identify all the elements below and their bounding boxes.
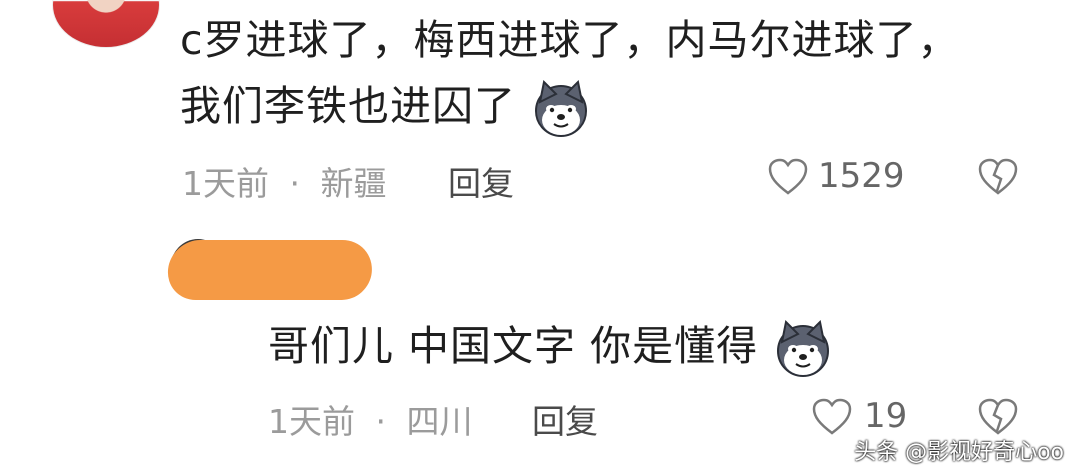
- husky-emoji-icon: [532, 79, 590, 138]
- comment-line-1: c罗进球了，梅西进球了，内马尔进球了，: [180, 16, 960, 64]
- comment-meta: 1天前 · 新疆: [182, 157, 387, 205]
- comment-text: c罗进球了，梅西进球了，内马尔进球了， 我们李铁也进囚了: [180, 12, 960, 138]
- heart-outline-icon[interactable]: [766, 157, 810, 197]
- reply-button[interactable]: 回复: [448, 157, 514, 205]
- avatar[interactable]: [52, 0, 160, 48]
- reply-button[interactable]: 回复: [532, 395, 598, 443]
- reply-line: 哥们儿 中国文字 你是懂得: [268, 322, 759, 370]
- husky-emoji-icon: [774, 319, 832, 378]
- reply-comment-text: 哥们儿 中国文字 你是懂得: [268, 318, 832, 378]
- broken-heart-icon[interactable]: [976, 157, 1020, 197]
- separator-dot: ·: [289, 164, 301, 203]
- reply-meta: 1天前 · 四川: [268, 395, 473, 443]
- reply-time: 1天前: [268, 402, 355, 441]
- like-count: 19: [864, 396, 908, 436]
- heart-outline-icon[interactable]: [810, 397, 854, 437]
- watermark: 头条 @影视好奇心oo: [854, 440, 1064, 465]
- broken-heart-icon[interactable]: [976, 397, 1020, 437]
- separator-dot: ·: [375, 402, 387, 441]
- comment-time: 1天前: [182, 164, 269, 203]
- redacted-username: [164, 240, 376, 300]
- reply-location: 四川: [406, 402, 473, 441]
- like-count: 1529: [818, 156, 905, 196]
- comment-location: 新疆: [320, 164, 387, 203]
- comment-line-2: 我们李铁也进囚了: [180, 82, 516, 130]
